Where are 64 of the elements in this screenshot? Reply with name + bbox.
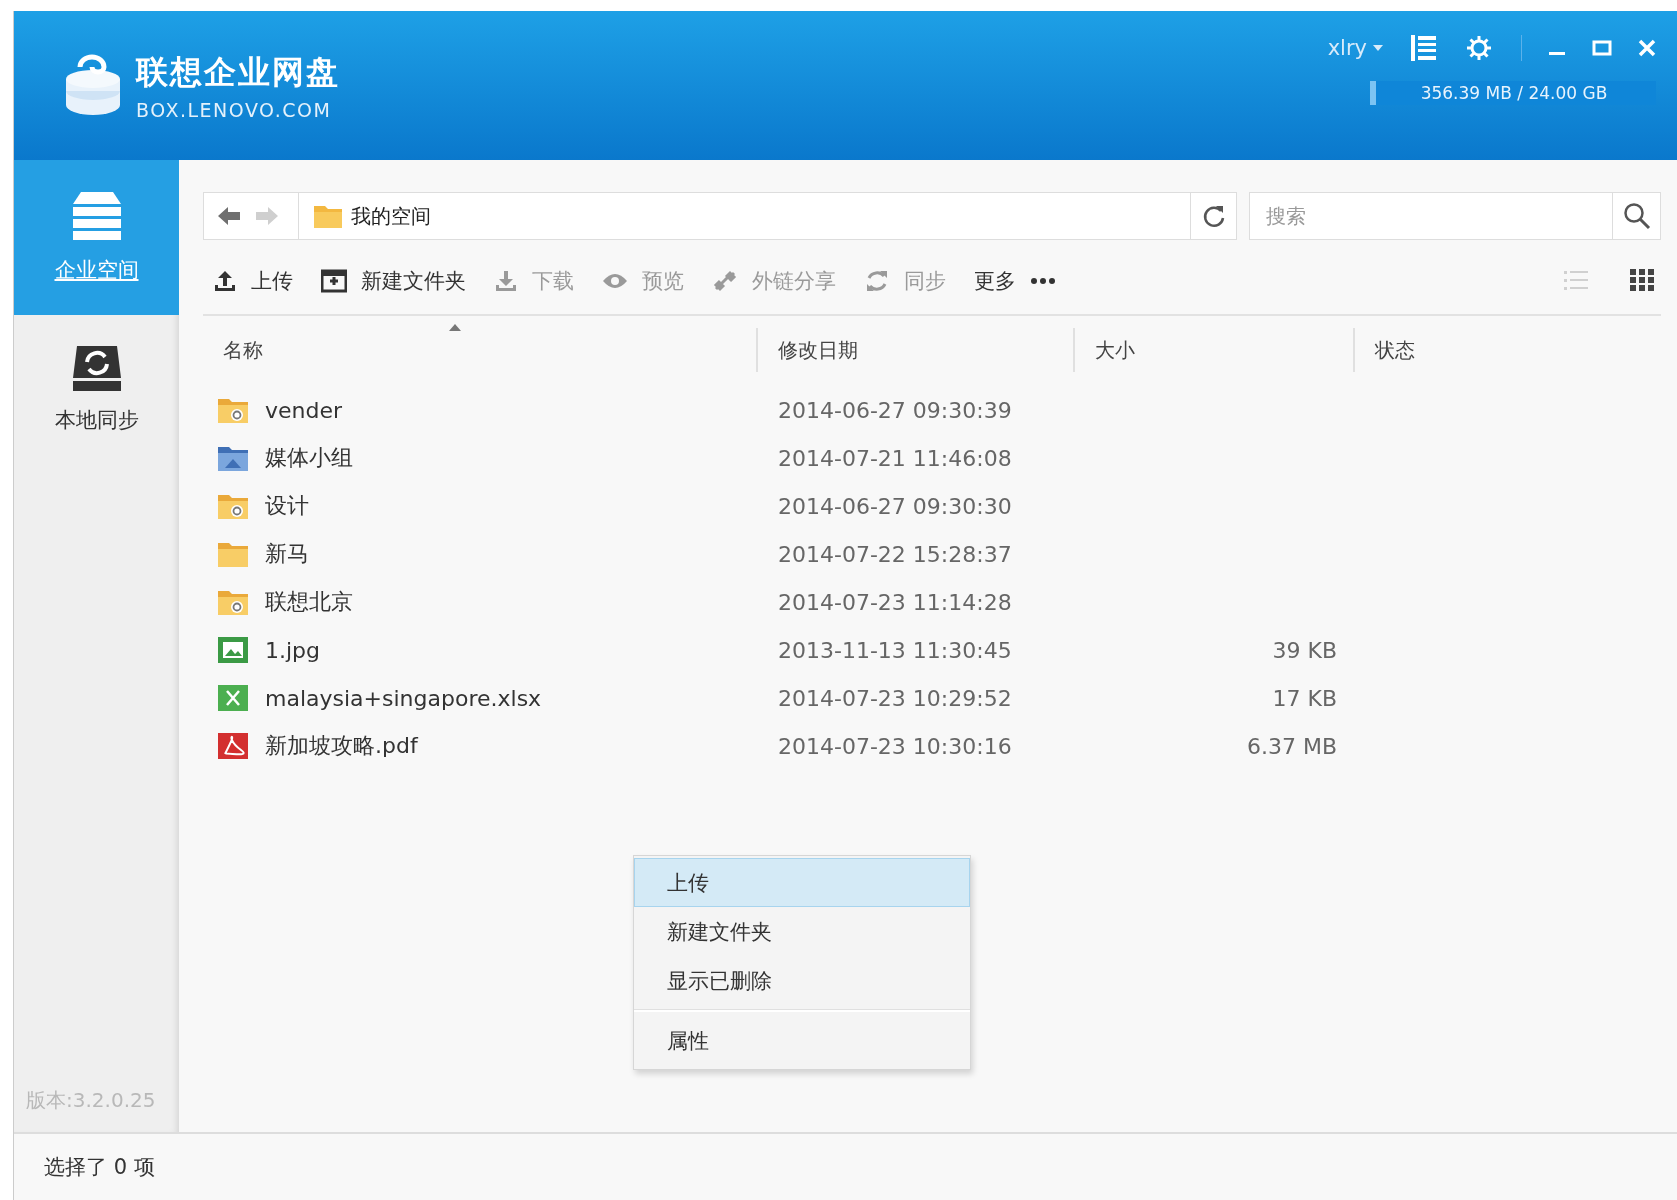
sidebar-item[interactable]: 本地同步 bbox=[14, 315, 179, 465]
modified-date: 2014-07-23 11:14:28 bbox=[778, 589, 1012, 615]
folder-icon bbox=[217, 540, 249, 568]
spreadsheet-file-icon bbox=[217, 684, 249, 712]
upload-icon bbox=[213, 269, 237, 293]
toolbar-button[interactable]: 更多 bbox=[974, 267, 1056, 295]
sort-arrow-icon bbox=[449, 324, 461, 331]
back-arrow-icon[interactable] bbox=[216, 205, 242, 227]
search-icon bbox=[1622, 202, 1651, 230]
search-button[interactable] bbox=[1613, 192, 1661, 240]
selection-count: 选择了 0 项 bbox=[44, 1154, 155, 1181]
sync-icon bbox=[864, 268, 890, 294]
server-icon bbox=[70, 191, 123, 242]
menu-item[interactable]: 新建文件夹 bbox=[634, 907, 970, 956]
modified-date: 2014-07-21 11:46:08 bbox=[778, 445, 1012, 471]
toolbar-button[interactable]: 新建文件夹 bbox=[321, 267, 466, 295]
file-size: 39 KB bbox=[1272, 637, 1337, 663]
eye-icon bbox=[602, 271, 628, 291]
team-folder-icon bbox=[217, 444, 249, 472]
maximize-icon[interactable] bbox=[1592, 39, 1612, 57]
menu-item[interactable]: 显示已删除 bbox=[634, 956, 970, 1005]
close-icon[interactable] bbox=[1638, 39, 1656, 57]
column-header[interactable]: 大小 bbox=[1073, 328, 1353, 372]
menu-item[interactable]: 属性 bbox=[634, 1016, 970, 1065]
shared-folder-icon bbox=[217, 492, 249, 520]
link-icon bbox=[712, 269, 738, 293]
file-name[interactable]: 设计 bbox=[265, 491, 309, 521]
menu-item[interactable]: 上传 bbox=[634, 858, 970, 907]
image-file-icon bbox=[217, 636, 249, 664]
download-icon bbox=[494, 269, 518, 293]
modified-date: 2014-07-23 10:29:52 bbox=[778, 685, 1012, 711]
app-name: 联想企业网盘 bbox=[136, 51, 340, 93]
shared-folder-icon bbox=[217, 396, 249, 424]
file-name[interactable]: 新加坡攻略.pdf bbox=[265, 731, 418, 761]
file-name[interactable]: malaysia+singapore.xlsx bbox=[265, 685, 542, 711]
folder-path[interactable]: 我的空间 bbox=[351, 202, 1182, 230]
app-domain: BOX.LENOVO.COM bbox=[136, 98, 333, 121]
storage-text: 356.39 MB / 24.00 GB bbox=[1420, 83, 1608, 103]
modified-date: 2013-11-13 11:30:45 bbox=[778, 637, 1012, 663]
toolbar-button[interactable]: 上传 bbox=[213, 267, 293, 295]
column-header[interactable]: 状态 bbox=[1353, 328, 1661, 372]
pdf-file-icon bbox=[217, 732, 249, 760]
file-name[interactable]: 新马 bbox=[265, 539, 309, 569]
modified-date: 2014-07-22 15:28:37 bbox=[778, 541, 1012, 567]
caret-icon[interactable] bbox=[1373, 45, 1383, 51]
folder-icon bbox=[313, 203, 343, 229]
file-name[interactable]: 联想北京 bbox=[265, 587, 353, 617]
more-icon bbox=[1030, 277, 1056, 285]
new-folder-icon bbox=[321, 269, 347, 293]
modified-date: 2014-07-23 10:30:16 bbox=[778, 733, 1012, 759]
list-panel-icon[interactable] bbox=[1409, 33, 1439, 63]
file-size: 17 KB bbox=[1272, 685, 1337, 711]
file-name[interactable]: vender bbox=[265, 397, 343, 423]
file-size: 6.37 MB bbox=[1246, 733, 1337, 759]
file-name[interactable]: 1.jpg bbox=[265, 637, 321, 663]
shared-folder-icon bbox=[217, 588, 249, 616]
settings-icon[interactable] bbox=[1465, 34, 1493, 62]
column-header[interactable]: 修改日期 bbox=[756, 328, 1073, 372]
modified-date: 2014-06-27 09:30:39 bbox=[778, 397, 1012, 423]
sync-drive-icon bbox=[70, 346, 123, 392]
file-name[interactable]: 媒体小组 bbox=[265, 443, 353, 473]
column-header[interactable]: 名称 bbox=[203, 328, 756, 372]
search-field[interactable]: 搜索 bbox=[1249, 192, 1613, 240]
modified-date: 2014-06-27 09:30:30 bbox=[778, 493, 1012, 519]
